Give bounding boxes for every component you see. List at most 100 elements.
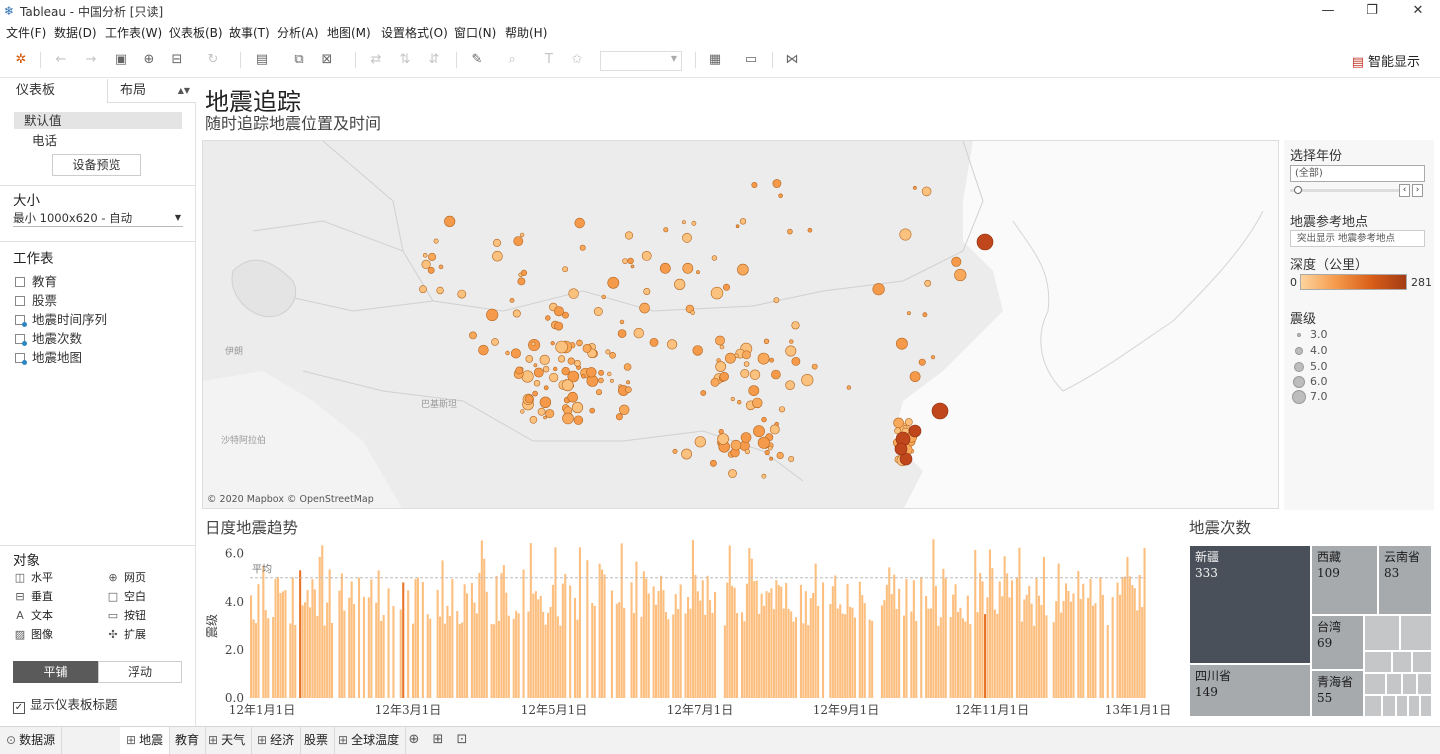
minimize-icon[interactable]: — [1306, 0, 1350, 22]
earthquake-marker[interactable] [976, 233, 994, 251]
earthquake-marker[interactable] [525, 355, 534, 363]
close-icon[interactable]: ✕ [1396, 0, 1440, 22]
tiled-button[interactable]: 平铺 [13, 661, 98, 683]
earthquake-marker[interactable] [681, 220, 686, 225]
earthquake-marker[interactable] [550, 341, 555, 346]
earthquake-marker[interactable] [674, 278, 686, 290]
earthquake-marker[interactable] [574, 217, 585, 229]
earthquake-marker[interactable] [601, 294, 606, 300]
menu-map[interactable]: 地图(M) [327, 24, 371, 41]
earthquake-marker[interactable] [801, 374, 814, 387]
earthquake-marker[interactable] [899, 228, 912, 241]
menu-analysis[interactable]: 分析(A) [277, 24, 319, 41]
earthquake-marker[interactable] [672, 448, 678, 454]
earthquake-marker[interactable] [791, 321, 800, 330]
earthquake-marker[interactable] [533, 367, 544, 378]
earthquake-marker[interactable] [619, 319, 625, 325]
earthquake-marker[interactable] [510, 348, 521, 359]
earthquake-marker[interactable] [918, 358, 926, 366]
earthquake-marker[interactable] [624, 231, 634, 240]
earthquake-marker[interactable] [924, 279, 932, 287]
earthquake-marker[interactable] [771, 369, 781, 380]
earthquake-map[interactable]: 伊朗 巴基斯坦 沙特阿拉伯 © 2020 Mapbox © OpenStreet… [202, 140, 1279, 509]
earthquake-marker[interactable] [903, 424, 908, 429]
tab-dashboard[interactable]: 仪表板 [0, 79, 107, 103]
sort-asc-icon[interactable]: ⇅ [396, 51, 414, 69]
treemap-cell-small[interactable] [1364, 673, 1386, 695]
treemap-cell-small[interactable] [1364, 651, 1392, 673]
earthquake-marker[interactable] [492, 250, 503, 262]
earthquake-marker[interactable] [427, 266, 435, 274]
menu-help[interactable]: 帮助(H) [505, 24, 547, 41]
earthquake-marker[interactable] [776, 451, 784, 460]
earthquake-marker[interactable] [609, 378, 614, 383]
earthquake-marker[interactable] [904, 418, 913, 426]
magnitude-legend-item[interactable]: 4.0 [1294, 344, 1328, 357]
earthquake-marker[interactable] [725, 352, 736, 364]
earthquake-marker[interactable] [717, 433, 729, 445]
refresh-icon[interactable]: ↻ [204, 51, 222, 69]
earthquake-marker[interactable] [567, 391, 579, 403]
earthquake-marker[interactable] [641, 251, 652, 261]
label-icon[interactable]: T [540, 51, 558, 69]
show-cards-icon[interactable]: ▦ [706, 51, 724, 69]
earthquake-marker[interactable] [509, 297, 515, 303]
earthquake-marker[interactable] [607, 371, 612, 377]
treemap-cell-small[interactable] [1417, 673, 1432, 695]
earthquake-marker[interactable] [909, 371, 921, 382]
earthquake-marker[interactable] [740, 432, 752, 443]
earthquake-marker[interactable] [562, 412, 574, 425]
menu-window[interactable]: 窗口(N) [454, 24, 496, 41]
treemap-cell-small[interactable] [1400, 615, 1432, 651]
earthquake-marker[interactable] [531, 341, 536, 347]
earthquake-marker[interactable] [761, 473, 767, 479]
treemap-cell-small[interactable] [1402, 673, 1417, 695]
fit-select[interactable]: ▼ [600, 51, 682, 71]
treemap-cell-small[interactable] [1396, 695, 1408, 717]
earthquake-marker[interactable] [739, 218, 747, 225]
earthquake-marker[interactable] [554, 321, 564, 331]
earthquake-marker[interactable] [710, 377, 720, 387]
earthquake-marker[interactable] [749, 369, 761, 380]
earthquake-marker[interactable] [667, 339, 678, 350]
pin-icon[interactable]: ✩ [568, 51, 586, 69]
earthquake-marker[interactable] [715, 361, 727, 372]
year-filter-value[interactable]: (全部) [1290, 165, 1425, 182]
earthquake-marker[interactable] [492, 238, 501, 247]
earthquake-marker[interactable] [807, 227, 813, 233]
object-webpage[interactable]: ⊕ 网页 [106, 569, 146, 585]
earthquake-marker[interactable] [520, 409, 525, 414]
tab-sheet[interactable]: ⊞ 地震 [120, 727, 171, 754]
earthquake-marker[interactable] [630, 264, 635, 269]
earthquake-marker[interactable] [633, 327, 644, 339]
new-worksheet-icon[interactable]: ⊕ [405, 731, 423, 749]
treemap-cell-small[interactable] [1386, 673, 1402, 695]
earthquake-marker[interactable] [428, 252, 437, 261]
earthquake-marker[interactable] [913, 186, 917, 190]
earthquake-marker[interactable] [682, 262, 694, 274]
earthquake-marker[interactable] [419, 285, 427, 294]
earthquake-marker[interactable] [517, 277, 526, 286]
earthquake-marker[interactable] [788, 455, 795, 462]
earthquake-marker[interactable] [691, 220, 697, 226]
object-image[interactable]: ▨ 图像 [13, 626, 53, 642]
earthquake-marker[interactable] [740, 369, 750, 379]
year-slider-handle[interactable] [1294, 186, 1302, 194]
earthquake-marker[interactable] [682, 232, 692, 243]
earthquake-marker[interactable] [681, 448, 692, 460]
earthquake-marker[interactable] [778, 406, 786, 413]
earthquake-marker[interactable] [789, 339, 794, 344]
earthquake-marker[interactable] [627, 257, 634, 265]
earthquake-marker[interactable] [553, 366, 558, 372]
tab-sheet[interactable]: 教育 [169, 727, 207, 754]
earthquake-marker[interactable] [478, 344, 489, 356]
tab-sheet[interactable]: 股票 [298, 727, 336, 754]
earthquake-marker[interactable] [505, 350, 510, 356]
sheet-item[interactable]: 地震时间序列 [15, 309, 107, 328]
earthquake-marker[interactable] [469, 331, 477, 340]
earthquake-marker[interactable] [609, 352, 616, 359]
treemap-cell[interactable]: 四川省 149 [1189, 664, 1311, 717]
earthquake-marker[interactable] [711, 255, 718, 261]
earthquake-marker[interactable] [573, 359, 581, 367]
earthquake-marker[interactable] [582, 343, 592, 353]
